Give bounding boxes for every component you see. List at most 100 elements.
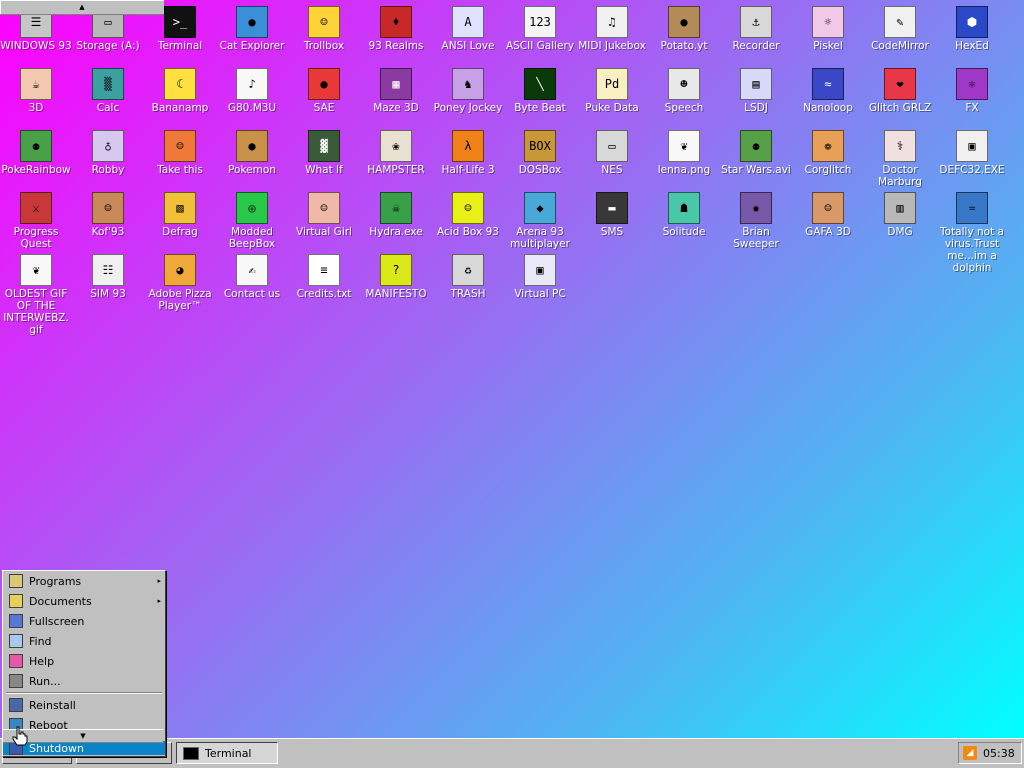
app-icon: ♪ xyxy=(236,68,268,100)
desktop-icon[interactable]: ▭ NES xyxy=(576,130,648,176)
desktop-icon[interactable]: ● Potato.yt xyxy=(648,6,720,52)
desktop-icon[interactable]: ☻ Speech xyxy=(648,68,720,114)
desktop-icon[interactable]: A ANSI Love xyxy=(432,6,504,52)
desktop-icon-label: Pokemon xyxy=(228,164,276,176)
desktop-icon[interactable]: ❤ Glitch GRLZ xyxy=(864,68,936,114)
desktop-icon[interactable]: ☺ Take this xyxy=(144,130,216,176)
taskbar-task-terminal[interactable]: Terminal xyxy=(176,742,278,764)
desktop-icon[interactable]: 123 ASCII Gallery xyxy=(504,6,576,52)
icon-glyph: ⚕ xyxy=(896,139,904,153)
desktop-icon[interactable]: ▧ Defrag xyxy=(144,192,216,238)
icon-glyph: ▧ xyxy=(176,201,184,215)
desktop-icon[interactable]: ☕ 3D xyxy=(0,68,72,114)
menu-item-label: Reinstall xyxy=(29,698,76,712)
desktop-icon[interactable]: ☺ Virtual Girl xyxy=(288,192,360,238)
desktop-icon[interactable]: ☺ Acid Box 93 xyxy=(432,192,504,238)
desktop-icon[interactable]: λ Half-Life 3 xyxy=(432,130,504,176)
desktop-icon[interactable]: ♞ Poney Jockey xyxy=(432,68,504,114)
desktop-icon-label: Progress Quest xyxy=(13,226,59,250)
desktop-icon[interactable]: ▥ DMG xyxy=(864,192,936,238)
desktop-icon[interactable]: ♒ Totally not a virus.Trust me...im a dol… xyxy=(936,192,1008,274)
desktop-icon[interactable]: ? MANIFESTO xyxy=(360,254,432,300)
desktop-icon[interactable]: ◎ Modded BeepBox xyxy=(216,192,288,250)
desktop-icon[interactable]: ● SAE xyxy=(288,68,360,114)
desktop-icon[interactable]: ♁ Robby xyxy=(72,130,144,176)
desktop-icon[interactable]: ≈ Nanoloop xyxy=(792,68,864,114)
desktop-icon[interactable]: ⚉ Star Wars.avi xyxy=(720,130,792,176)
desktop-icon[interactable]: ☺ Kof'93 xyxy=(72,192,144,238)
menu-item-icon xyxy=(9,614,23,628)
desktop-icon[interactable]: ◕ Adobe Pizza Player™ xyxy=(144,254,216,312)
app-icon: ♁ xyxy=(92,130,124,162)
app-icon: ? xyxy=(380,254,412,286)
desktop-icon[interactable]: ◆ Arena 93 multiplayer xyxy=(504,192,576,250)
icon-glyph: ▭ xyxy=(608,139,616,153)
desktop-icon[interactable]: ● Pokemon xyxy=(216,130,288,176)
start-menu-item-reinstall[interactable]: Reinstall xyxy=(3,695,165,715)
desktop-icon[interactable]: ▦ Maze 3D xyxy=(360,68,432,114)
icon-glyph: ≡ xyxy=(320,263,328,277)
desktop-icon[interactable]: ✹ Brian Sweeper xyxy=(720,192,792,250)
app-icon: λ xyxy=(452,130,484,162)
app-icon: ❦ xyxy=(20,254,52,286)
taskbar-task-label: Terminal xyxy=(205,746,252,760)
desktop-icon[interactable]: ☠ Hydra.exe xyxy=(360,192,432,238)
desktop-icon[interactable]: ☾ Bananamp xyxy=(144,68,216,114)
desktop-icon[interactable]: ⚔ Progress Quest xyxy=(0,192,72,250)
desktop-icon[interactable]: ⚉ PokeRainbow xyxy=(0,130,72,176)
desktop-icon-label: Trollbox xyxy=(303,40,345,52)
icon-glyph: A xyxy=(464,15,472,29)
desktop-icon[interactable]: ☷ SIM 93 xyxy=(72,254,144,300)
desktop-icon[interactable]: ╲ Byte Beat xyxy=(504,68,576,114)
desktop-icon[interactable]: ▤ LSDJ xyxy=(720,68,792,114)
desktop-icon[interactable]: ⚕ Doctor Marburg xyxy=(864,130,936,188)
desktop-icon[interactable]: ● Cat Explorer xyxy=(216,6,288,52)
desktop-icon[interactable]: ❀ HAMPSTER xyxy=(360,130,432,176)
desktop-icon[interactable]: ▒ Calc xyxy=(72,68,144,114)
desktop-icon[interactable]: ♫ MIDI Jukebox xyxy=(576,6,648,52)
rss-icon[interactable]: ◢ xyxy=(963,746,977,760)
desktop-icon[interactable]: ☼ Piskel xyxy=(792,6,864,52)
desktop-icon[interactable]: ❦ lenna.png xyxy=(648,130,720,176)
start-menu-item-help[interactable]: Help xyxy=(3,651,165,671)
desktop-icon[interactable]: ♻ TRASH xyxy=(432,254,504,300)
icon-glyph: ? xyxy=(392,263,400,277)
start-menu-item-programs[interactable]: Programs ▸ xyxy=(3,571,165,591)
app-icon: ◕ xyxy=(164,254,196,286)
desktop-icon-label: Corglitch xyxy=(804,164,852,176)
desktop-icon[interactable]: ▣ Virtual PC xyxy=(504,254,576,300)
start-menu-item-fullscreen[interactable]: Fullscreen xyxy=(3,611,165,631)
menu-scroll-up-button[interactable]: ▲ xyxy=(0,0,164,15)
start-menu-item-find[interactable]: Find xyxy=(3,631,165,651)
desktop-icon[interactable]: ❁ Corglitch xyxy=(792,130,864,176)
icon-glyph: ☰ xyxy=(30,15,42,29)
desktop-icon[interactable]: ✎ CodeMirror xyxy=(864,6,936,52)
desktop-icon[interactable]: ☗ Solitude xyxy=(648,192,720,238)
start-menu-item-documents[interactable]: Documents ▸ xyxy=(3,591,165,611)
desktop-icon-label: MIDI Jukebox xyxy=(578,40,646,52)
menu-item-label: Shutdown xyxy=(29,741,84,755)
desktop-icon[interactable]: ▓ What If xyxy=(288,130,360,176)
app-icon: ♫ xyxy=(596,6,628,38)
desktop-icon[interactable]: ⚛ FX xyxy=(936,68,1008,114)
desktop-icon[interactable]: ☺ GAFA 3D xyxy=(792,192,864,238)
desktop-icon[interactable]: ▬ SMS xyxy=(576,192,648,238)
desktop-icon[interactable]: ☺ Trollbox xyxy=(288,6,360,52)
app-icon: ⚔ xyxy=(20,192,52,224)
desktop-icon[interactable]: BOX DOSBox xyxy=(504,130,576,176)
app-icon: ❦ xyxy=(668,130,700,162)
start-menu-item-run[interactable]: Run... xyxy=(3,671,165,691)
menu-separator xyxy=(6,692,162,694)
desktop-icon[interactable]: ▣ DEFC32.EXE xyxy=(936,130,1008,176)
icon-glyph: ♒ xyxy=(968,201,976,215)
desktop-icon[interactable]: ⚓ Recorder xyxy=(720,6,792,52)
desktop-icon-label: HexEd xyxy=(955,40,989,52)
icon-glyph: ▥ xyxy=(896,201,904,215)
desktop-icon[interactable]: ✍ Contact us xyxy=(216,254,288,300)
desktop-icon[interactable]: ❦ OLDEST GIF OF THE INTERWEBZ.gif xyxy=(0,254,72,336)
desktop-icon[interactable]: ≡ Credits.txt xyxy=(288,254,360,300)
desktop-icon[interactable]: ♪ G80.M3U xyxy=(216,68,288,114)
desktop-icon[interactable]: ⬢ HexEd xyxy=(936,6,1008,52)
desktop-icon[interactable]: ♦ 93 Realms xyxy=(360,6,432,52)
desktop-icon[interactable]: Pd Puke Data xyxy=(576,68,648,114)
